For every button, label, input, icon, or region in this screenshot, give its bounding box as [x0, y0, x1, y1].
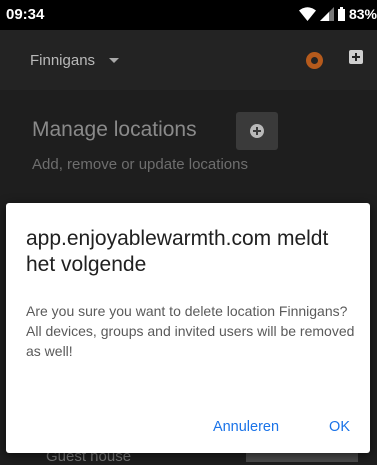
battery-icon	[337, 7, 345, 21]
dialog-message: Are you sure you want to delete location…	[26, 303, 355, 359]
status-icons: 83%	[298, 6, 377, 22]
location-selector[interactable]: Finnigans	[30, 52, 120, 69]
dialog-actions: Annuleren OK	[213, 419, 350, 435]
plus-circle-icon	[250, 124, 264, 138]
wifi-icon	[298, 7, 316, 21]
location-name: Finnigans	[30, 52, 96, 69]
app-bar: Finnigans	[0, 30, 377, 90]
dialog-title: app.enjoyablewarmth.com meldt het volgen…	[26, 227, 329, 276]
ok-button[interactable]: OK	[329, 419, 350, 435]
plus-icon[interactable]	[349, 50, 363, 64]
logo-icon	[306, 52, 323, 69]
status-time: 09:34	[6, 6, 45, 23]
confirm-dialog: app.enjoyablewarmth.com meldt het volgen…	[6, 203, 370, 453]
signal-icon	[319, 7, 334, 21]
battery-percentage: 83%	[348, 6, 377, 22]
status-bar: 09:34 83%	[0, 0, 377, 30]
page-title: Manage locations	[32, 118, 197, 141]
add-location-button[interactable]	[236, 112, 278, 150]
chevron-down-icon	[109, 58, 120, 63]
cancel-button[interactable]: Annuleren	[213, 419, 279, 435]
page-subtitle: Add, remove or update locations	[32, 156, 248, 173]
